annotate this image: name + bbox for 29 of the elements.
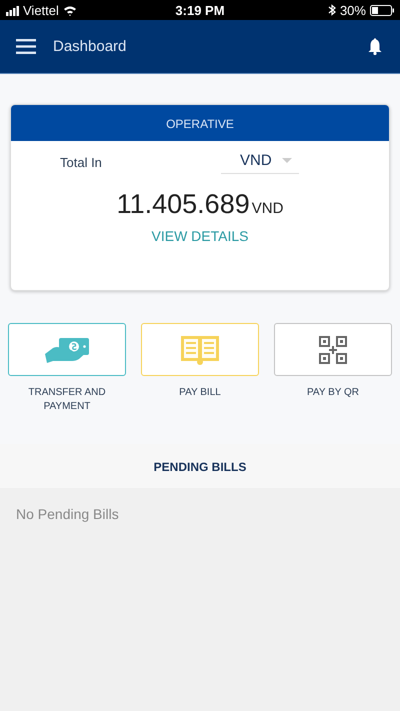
battery-icon (370, 4, 394, 16)
empty-message: No Pending Bills (15, 505, 120, 524)
signal-icon (6, 4, 19, 16)
action-tile[interactable] (141, 323, 259, 376)
screen-title: Dashboard (53, 38, 128, 55)
open-book-icon (180, 334, 220, 364)
menu-icon (16, 39, 36, 54)
currency-unit: VND (252, 200, 284, 217)
carrier-name: Viettel (23, 2, 59, 18)
notifications-button[interactable] (367, 38, 383, 55)
action-label: TRANSFER AND PAYMENT (27, 386, 107, 414)
card-header: OPERATIVE (11, 105, 389, 141)
action-label: PAY BILL (178, 386, 222, 400)
cash-hand-icon (44, 336, 90, 364)
wifi-icon (62, 4, 77, 16)
bell-icon (367, 38, 383, 55)
balance-amount: 11.405.689 (116, 189, 250, 220)
menu-button[interactable] (16, 39, 36, 54)
total-label: Total In (60, 154, 103, 170)
action-label: PAY BY QR (306, 386, 360, 400)
caret-icon (282, 158, 292, 163)
action-tile[interactable] (274, 323, 392, 376)
action-tile[interactable] (8, 323, 126, 376)
currency-dropdown[interactable]: VND (221, 150, 299, 174)
battery-percent: 30% (340, 2, 366, 18)
qr-code-icon (318, 334, 348, 364)
clock-time: 3:19 PM (175, 2, 225, 18)
section-title: PENDING BILLS (0, 444, 400, 488)
bluetooth-icon (328, 4, 336, 16)
